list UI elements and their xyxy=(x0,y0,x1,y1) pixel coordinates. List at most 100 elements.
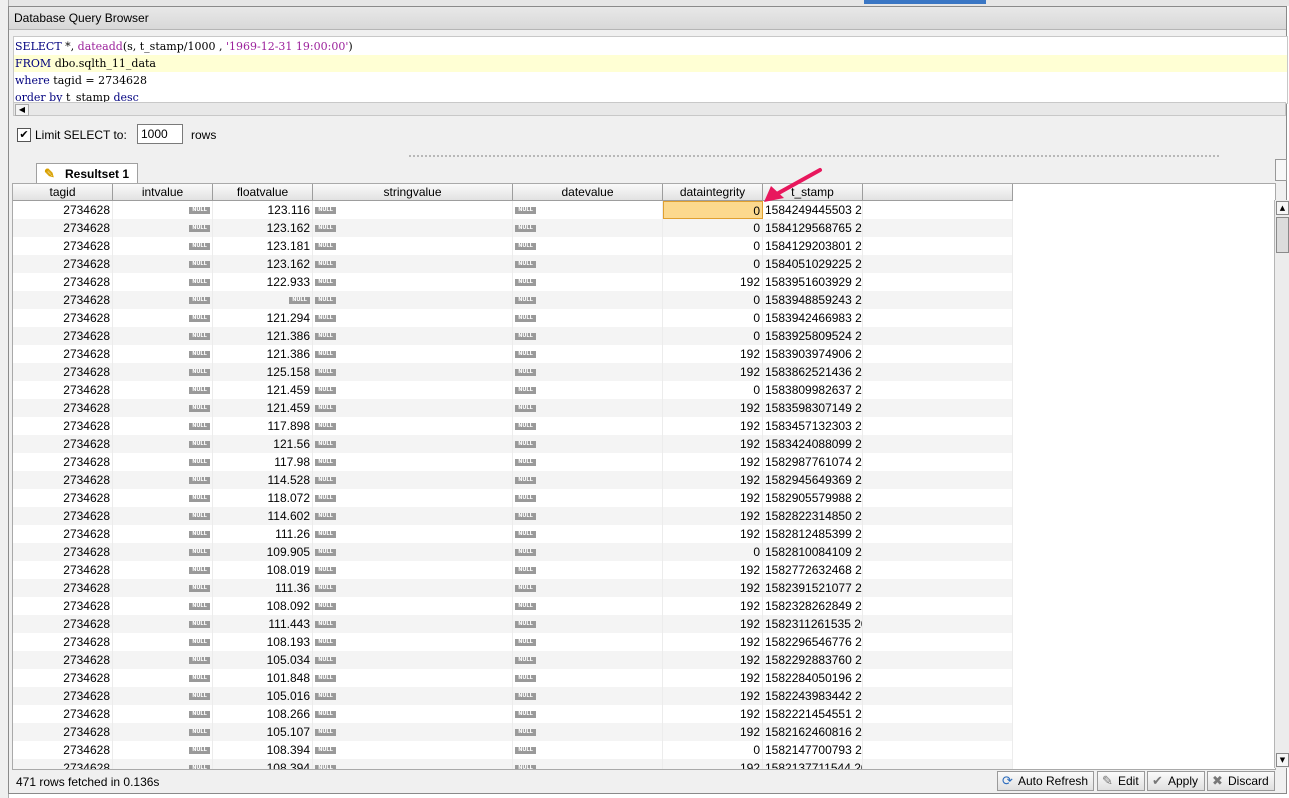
cell-intvalue[interactable]: NULL xyxy=(113,273,213,291)
cell-tagid[interactable]: 2734628 xyxy=(13,525,113,543)
cell-datevalue[interactable]: NULL xyxy=(513,525,663,543)
cell-stringvalue[interactable]: NULL xyxy=(313,543,513,561)
table-row[interactable]: 2734628 NULL 114.528 NULL NULL 192 15829456493… xyxy=(13,471,1013,489)
cell-intvalue[interactable]: NULL xyxy=(113,705,213,723)
cell-floatvalue[interactable]: 108.019 xyxy=(213,561,313,579)
cell-t_stamp[interactable]: 1584129568765 2020-03-13 14:59:28 xyxy=(763,219,863,237)
cell-intvalue[interactable]: NULL xyxy=(113,309,213,327)
cell-tagid[interactable]: 2734628 xyxy=(13,255,113,273)
cell-tagid[interactable]: 2734628 xyxy=(13,237,113,255)
cell-datevalue[interactable]: NULL xyxy=(513,705,663,723)
cell-t_stamp[interactable]: 1584249445503 2020-03-15 00:17:25 xyxy=(763,201,863,219)
cell-tagid[interactable]: 2734628 xyxy=(13,615,113,633)
cell-dataintegrity[interactable]: 192 xyxy=(663,345,763,363)
cell-t_stamp[interactable]: 1582137711544 2020-02-19 13:41:51 xyxy=(763,759,863,769)
cell-datevalue[interactable]: NULL xyxy=(513,309,663,327)
cell-t_stamp[interactable]: 1583424088099 2020-03-05 11:01:28 xyxy=(763,435,863,453)
cell-stringvalue[interactable]: NULL xyxy=(313,435,513,453)
cell-tagid[interactable]: 2734628 xyxy=(13,489,113,507)
cell-intvalue[interactable]: NULL xyxy=(113,327,213,345)
cell-intvalue[interactable]: NULL xyxy=(113,525,213,543)
cell-datevalue[interactable]: NULL xyxy=(513,615,663,633)
cell-t_stamp[interactable]: 1583457132303 2020-03-05 20:12:12 xyxy=(763,417,863,435)
cell-datevalue[interactable]: NULL xyxy=(513,741,663,759)
cell-stringvalue[interactable]: NULL xyxy=(313,597,513,615)
cell-dataintegrity[interactable]: 192 xyxy=(663,435,763,453)
cell-stringvalue[interactable]: NULL xyxy=(313,615,513,633)
cell-datevalue[interactable]: NULL xyxy=(513,435,663,453)
cell-datevalue[interactable]: NULL xyxy=(513,327,663,345)
cell-tagid[interactable]: 2734628 xyxy=(13,399,113,417)
cell-dataintegrity[interactable]: 192 xyxy=(663,471,763,489)
cell-tagid[interactable]: 2734628 xyxy=(13,705,113,723)
cell-floatvalue[interactable]: 108.193 xyxy=(213,633,313,651)
cell-floatvalue[interactable]: 111.26 xyxy=(213,525,313,543)
cell-stringvalue[interactable]: NULL xyxy=(313,417,513,435)
cell-tagid[interactable]: 2734628 xyxy=(13,669,113,687)
cell-floatvalue[interactable]: 108.266 xyxy=(213,705,313,723)
cell-intvalue[interactable]: NULL xyxy=(113,435,213,453)
cell-dataintegrity[interactable]: 0 xyxy=(663,237,763,255)
cell-t_stamp[interactable]: 1582945649369 2020-02-28 22:07:29 xyxy=(763,471,863,489)
cell-floatvalue[interactable]: 105.107 xyxy=(213,723,313,741)
table-row[interactable]: 2734628 NULL 111.36 NULL NULL 192 158239152107… xyxy=(13,579,1013,597)
cell-stringvalue[interactable]: NULL xyxy=(313,471,513,489)
cell-tagid[interactable]: 2734628 xyxy=(13,453,113,471)
cell-dataintegrity[interactable]: 192 xyxy=(663,687,763,705)
table-row[interactable]: 2734628 NULL 123.181 NULL NULL 0 1584129203801… xyxy=(13,237,1013,255)
cell-dataintegrity[interactable]: 192 xyxy=(663,363,763,381)
cell-dataintegrity[interactable]: 192 xyxy=(663,525,763,543)
auto-refresh-button[interactable]: ⟳ Auto Refresh xyxy=(997,771,1094,791)
cell-intvalue[interactable]: NULL xyxy=(113,363,213,381)
cell-floatvalue[interactable]: 121.294 xyxy=(213,309,313,327)
column-header-tagid[interactable]: tagid xyxy=(13,184,113,200)
table-row[interactable]: 2734628 NULL 123.116 NULL NULL 0 1584249445503… xyxy=(13,201,1013,219)
cell-datevalue[interactable]: NULL xyxy=(513,633,663,651)
cell-datevalue[interactable]: NULL xyxy=(513,723,663,741)
cell-stringvalue[interactable]: NULL xyxy=(313,345,513,363)
table-row[interactable]: 2734628 NULL 125.158 NULL NULL 192 15838625214… xyxy=(13,363,1013,381)
discard-button[interactable]: ✖ Discard xyxy=(1207,771,1275,791)
cell-intvalue[interactable]: NULL xyxy=(113,651,213,669)
scroll-up-icon[interactable]: ▲ xyxy=(1276,201,1289,215)
cell-tagid[interactable]: 2734628 xyxy=(13,435,113,453)
cell-dataintegrity[interactable]: 192 xyxy=(663,489,763,507)
cell-floatvalue[interactable]: 105.016 xyxy=(213,687,313,705)
cell-floatvalue[interactable]: 108.394 xyxy=(213,741,313,759)
cell-t_stamp[interactable]: 1582311261535 2020-02-21 13:54:21 xyxy=(763,615,863,633)
cell-t_stamp[interactable]: 1584129203801 2020-03-13 14:53:23 xyxy=(763,237,863,255)
cell-floatvalue[interactable]: 123.162 xyxy=(213,219,313,237)
table-row[interactable]: 2734628 NULL 101.848 NULL NULL 192 15822840501… xyxy=(13,669,1013,687)
cell-dataintegrity[interactable]: 192 xyxy=(663,399,763,417)
table-row[interactable]: 2734628 NULL 117.898 NULL NULL 192 15834571323… xyxy=(13,417,1013,435)
cell-t_stamp[interactable]: 1582905579988 2020-02-28 10:59:39 xyxy=(763,489,863,507)
cell-datevalue[interactable]: NULL xyxy=(513,507,663,525)
cell-stringvalue[interactable]: NULL xyxy=(313,327,513,345)
cell-dataintegrity[interactable]: 192 xyxy=(663,597,763,615)
cell-stringvalue[interactable]: NULL xyxy=(313,579,513,597)
cell-intvalue[interactable]: NULL xyxy=(113,471,213,489)
cell-dataintegrity[interactable]: 192 xyxy=(663,633,763,651)
table-row[interactable]: 2734628 NULL 121.459 NULL NULL 192 15835983071… xyxy=(13,399,1013,417)
cell-intvalue[interactable]: NULL xyxy=(113,291,213,309)
sql-line[interactable]: FROM dbo.sqlth_11_data xyxy=(14,55,1287,72)
cell-tagid[interactable]: 2734628 xyxy=(13,507,113,525)
column-header-datevalue[interactable]: datevalue xyxy=(513,184,663,200)
cell-datevalue[interactable]: NULL xyxy=(513,363,663,381)
column-header-blank[interactable] xyxy=(863,184,1013,200)
cell-t_stamp[interactable]: 1582221454551 2020-02-20 12:57:34 xyxy=(763,705,863,723)
cell-floatvalue[interactable]: 117.898 xyxy=(213,417,313,435)
cell-datevalue[interactable]: NULL xyxy=(513,597,663,615)
cell-floatvalue[interactable]: 117.98 xyxy=(213,453,313,471)
cell-dataintegrity[interactable]: 0 xyxy=(663,291,763,309)
cell-intvalue[interactable]: NULL xyxy=(113,345,213,363)
cell-dataintegrity[interactable]: 0 xyxy=(663,201,763,219)
table-row[interactable]: 2734628 NULL 105.107 NULL NULL 192 15821624608… xyxy=(13,723,1013,741)
cell-dataintegrity[interactable]: 192 xyxy=(663,759,763,769)
sql-line[interactable]: where tagid = 2734628 xyxy=(14,72,1287,89)
cell-tagid[interactable]: 2734628 xyxy=(13,579,113,597)
cell-datevalue[interactable]: NULL xyxy=(513,201,663,219)
sql-horizontal-scrollbar[interactable]: ◀ xyxy=(13,102,1286,116)
cell-t_stamp[interactable]: 1583951603929 2020-03-11 13:33:23 xyxy=(763,273,863,291)
table-row[interactable]: 2734628 NULL 121.56 NULL NULL 192 158342408809… xyxy=(13,435,1013,453)
